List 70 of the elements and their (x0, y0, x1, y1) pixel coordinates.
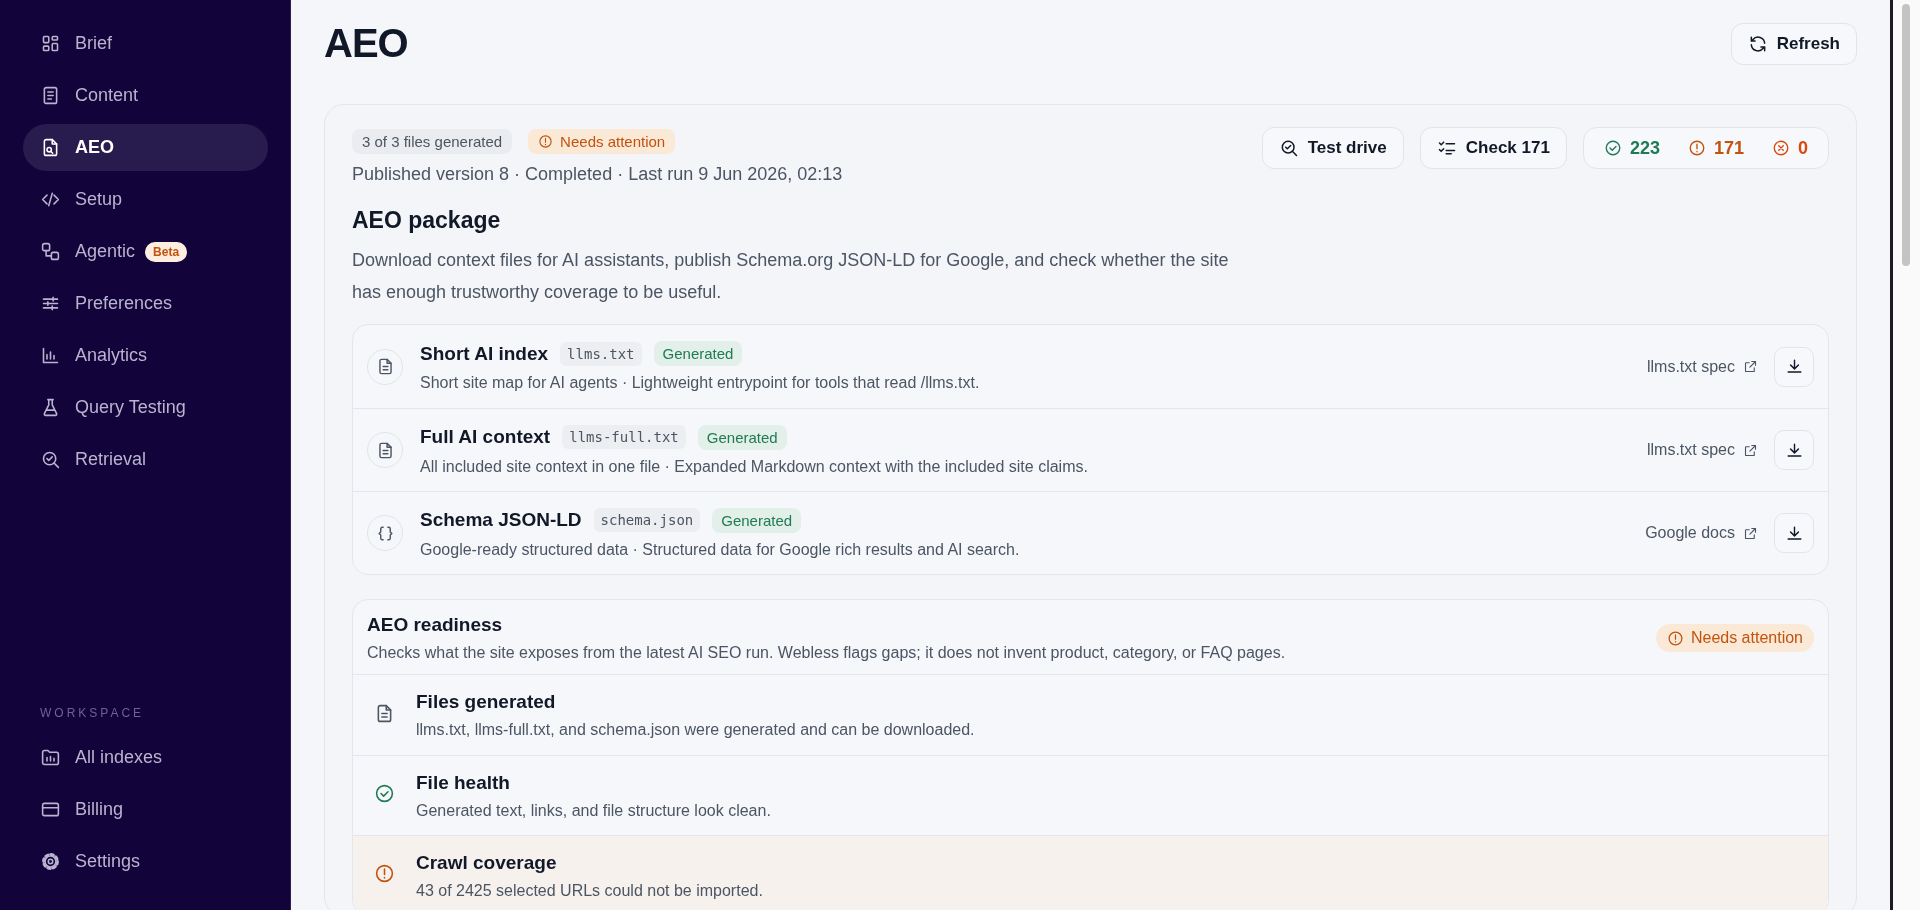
download-button[interactable] (1774, 346, 1814, 387)
external-link-icon (1743, 525, 1758, 541)
download-button[interactable] (1774, 513, 1814, 553)
sidebar-item[interactable]: Content (23, 72, 268, 119)
filename-tag: llms-full.txt (562, 425, 686, 449)
file-description: Short site map for AI agents · Lightweight entrypoint for tools that read /llms.txt. (420, 374, 981, 392)
bar-chart-icon (40, 345, 61, 366)
docs-link[interactable]: Google docs (1645, 524, 1758, 542)
file-description: Google-ready structured data · Structured data for Google rich results and AI search. (420, 540, 1021, 559)
sidebar-item[interactable]: Brief (23, 20, 268, 67)
check-title: File health (416, 771, 511, 794)
sidebar-item[interactable]: Settings (23, 838, 268, 885)
file-description: All included site context in one file · Expanded Markdown context with the included site claims. (420, 457, 1089, 476)
file-title: Schema JSON-LD (420, 509, 582, 531)
status-badge: Needs attention (528, 129, 676, 154)
check-description: 43 of 2425 selected URLs could not be imported. (416, 881, 763, 900)
docs-link[interactable]: llms.txt spec (1647, 357, 1758, 376)
stat-count: 0 (1772, 137, 1808, 159)
sidebar-item[interactable]: Billing (23, 786, 268, 833)
folder-icon (40, 747, 61, 768)
status-badge: Generated (697, 424, 787, 450)
sidebar-item[interactable]: Retrieval (23, 436, 268, 483)
sidebar-item[interactable]: Query Testing (23, 384, 268, 431)
check-description: llms.txt, llms-full.txt, and schema.json were generated and can be downloaded. (416, 721, 975, 739)
status-badge: Generated (712, 507, 802, 533)
check-title: Files generated (416, 691, 557, 713)
sidebar-item[interactable]: Preferences (23, 280, 268, 327)
stat-count: 171 (1687, 137, 1744, 159)
check-title: Crawl coverage (416, 851, 558, 874)
sidebar-item[interactable]: All indexes (23, 734, 268, 781)
sidebar-item[interactable]: Setup (23, 176, 268, 223)
file-title: Short AI index (420, 342, 549, 365)
checklist-icon (1436, 138, 1457, 158)
alert-circle-icon (1666, 629, 1684, 647)
stat-count: 223 (1603, 137, 1660, 159)
sidebar-item[interactable]: Analytics (23, 332, 268, 379)
search-check-icon (40, 449, 61, 470)
filename-tag: schema.json (593, 508, 701, 532)
sidebar-item[interactable]: AEO (23, 124, 268, 171)
docs-link[interactable]: llms.txt spec (1647, 441, 1758, 459)
run-info: Published version 8 · Completed · Last run 9 Jun 2026, 02:13 (352, 164, 843, 185)
file-title: Full AI context (420, 426, 551, 448)
status-badge: Needs attention (1655, 624, 1814, 652)
check-circle-icon (1603, 139, 1622, 157)
grid-icon (40, 33, 61, 54)
external-link-icon (1743, 359, 1758, 374)
sidebar-item[interactable]: Agentic Beta (23, 228, 268, 275)
braces-icon (375, 523, 395, 543)
panel-description: Checks what the site exposes from the latest AI SEO run. Webless flags gaps; it does not invent product, category, or FAQ pages. (367, 644, 1286, 662)
external-link-icon (1743, 442, 1758, 458)
check-description: Generated text, links, and file structure look clean. (416, 801, 771, 820)
alert-circle-icon (1687, 139, 1706, 157)
nodes-icon (40, 241, 61, 262)
status-badge: Generated (653, 341, 743, 366)
section-title: AEO package (352, 207, 502, 234)
action-button[interactable]: Test drive (1261, 127, 1404, 169)
section-description: Download context files for AI assistants, publish Schema.org JSON-LD for Google, and check whether the site has enough trustworthy coverage to be useful. (352, 249, 1230, 304)
refresh-button[interactable]: Refresh (1730, 22, 1857, 65)
panel-title: AEO readiness (367, 614, 504, 636)
settings-icon (40, 851, 61, 872)
files-count-badge: 3 of 3 files generated (352, 129, 513, 154)
alert-circle-icon (538, 134, 554, 149)
beta-badge: Beta (145, 241, 188, 262)
section-label: WORKSPACE (39, 706, 146, 720)
action-button[interactable]: Check 171 (1419, 127, 1567, 169)
x-circle-icon (1772, 139, 1790, 157)
filename-tag: llms.txt (560, 341, 642, 366)
scrollbar[interactable] (1890, 0, 1920, 910)
page-title: AEO (324, 21, 408, 66)
download-button[interactable] (1774, 430, 1814, 470)
